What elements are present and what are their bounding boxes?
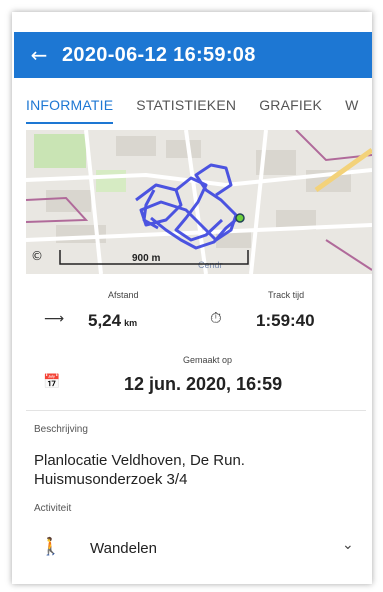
- park-area: [96, 170, 126, 192]
- created-label: Gemaakt op: [183, 355, 233, 365]
- page-title: 2020-06-12 16:59:08: [62, 43, 256, 66]
- copyright-icon[interactable]: ©: [31, 249, 43, 263]
- tab-informatie[interactable]: INFORMATIE: [26, 86, 114, 130]
- track-time-value: 1:59:40: [256, 311, 315, 330]
- activity-label: Activiteit: [34, 503, 72, 514]
- tab-grafiek[interactable]: GRAFIEK: [259, 86, 322, 130]
- divider: [26, 410, 366, 411]
- description-line-1: Planlocatie Veldhoven, De Run.: [34, 452, 245, 469]
- tab-bar: INFORMATIE STATISTIEKEN GRAFIEK W: [26, 86, 372, 130]
- activity-value: Wandelen: [90, 540, 157, 557]
- activity-selector[interactable]: 🚶 Wandelen ⌄: [26, 528, 366, 568]
- created-value: 12 jun. 2020, 16:59: [124, 374, 283, 394]
- description-label: Beschrijving: [34, 424, 88, 435]
- arrow-left-icon[interactable]: ←: [22, 43, 56, 67]
- stopwatch-icon: ⏱: [210, 309, 222, 327]
- tab-statistieken[interactable]: STATISTIEKEN: [136, 86, 236, 130]
- walking-icon: 🚶: [40, 537, 62, 557]
- street-label: Cendr: [198, 260, 223, 270]
- arrow-right-icon: ⟶: [44, 311, 65, 327]
- track-time-label: Track tijd: [268, 290, 305, 300]
- park-area: [34, 134, 86, 168]
- distance-value: 5,24 km: [88, 311, 138, 330]
- distance-label: Afstand: [108, 290, 139, 300]
- scale-label: 900 m: [132, 253, 160, 264]
- app-bar: ← 2020-06-12 16:59:08: [14, 32, 372, 78]
- chevron-down-icon[interactable]: ⌄: [342, 537, 354, 553]
- description-line-2: Huismusonderzoek 3/4: [34, 471, 188, 488]
- route-map[interactable]: Cendr 900 m ©: [26, 130, 372, 274]
- calendar-icon: 📅: [43, 374, 61, 390]
- map-canvas: Cendr 900 m ©: [26, 130, 372, 274]
- tab-overflow[interactable]: W: [345, 86, 358, 130]
- track-end-marker: [235, 213, 245, 223]
